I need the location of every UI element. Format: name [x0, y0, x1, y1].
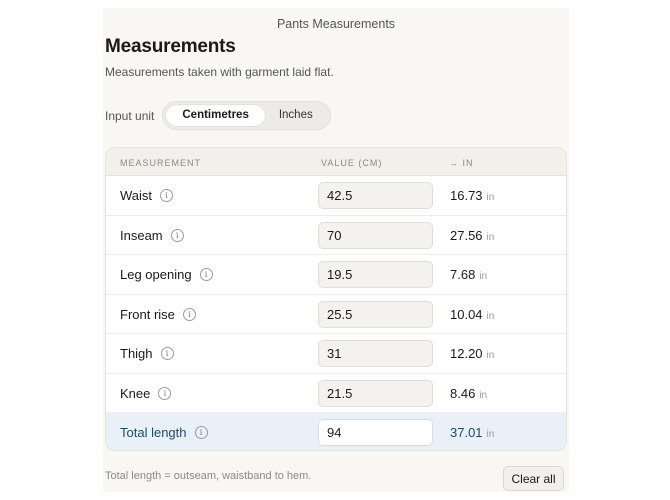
inches-value: 10.04	[450, 306, 483, 322]
inseam-value-input[interactable]	[318, 221, 433, 249]
inches-unit: in	[486, 192, 495, 203]
info-icon[interactable]: i	[199, 268, 213, 281]
leg-opening-value-input[interactable]	[318, 261, 433, 288]
info-icon[interactable]: i	[182, 307, 196, 321]
measurement-name: Knee	[120, 385, 151, 401]
inches-value: 27.56	[450, 227, 483, 243]
measurement-name: Total length	[120, 425, 187, 440]
info-icon[interactable]: i	[170, 228, 184, 242]
table-header: MEASUREMENT VALUE (CM) → IN	[106, 148, 566, 176]
clear-all-button[interactable]: Clear all	[503, 466, 564, 491]
table-row-front-rise: Front rise i 10.04in	[106, 295, 566, 334]
unit-option-inches[interactable]: Inches	[265, 105, 327, 126]
table-row-thigh: Thigh i 12.20in	[106, 334, 566, 374]
info-icon[interactable]: i	[160, 189, 174, 202]
info-icon[interactable]: i	[160, 347, 174, 360]
inches-value: 12.20	[450, 346, 483, 361]
inches-unit: in	[479, 389, 488, 401]
column-header-value: VALUE (CM)	[321, 158, 383, 168]
inches-value: 16.73	[450, 188, 483, 203]
inches-value: 37.01	[450, 425, 483, 440]
table-row-waist: Waist i 16.73in	[106, 176, 566, 216]
inches-unit: in	[486, 429, 495, 440]
measurement-name: Thigh	[120, 346, 153, 361]
table-row-leg-opening: Leg opening i 7.68in	[106, 255, 566, 295]
table-row-total-length: Total length i 37.01in	[106, 413, 566, 450]
table-row-inseam: Inseam i 27.56in	[106, 216, 566, 255]
total-length-value-input[interactable]	[318, 419, 433, 446]
column-header-inches: → IN	[449, 158, 474, 168]
page-subtitle: Measurements taken with garment laid fla…	[105, 65, 334, 79]
table-row-knee: Knee i 8.46in	[106, 374, 566, 413]
info-icon[interactable]: i	[194, 426, 208, 439]
unit-option-centimetres[interactable]: Centimetres	[166, 105, 265, 126]
knee-value-input[interactable]	[318, 379, 433, 407]
inches-unit: in	[486, 310, 495, 322]
input-unit-row: Input unit Centimetres Inches	[105, 101, 331, 130]
window-title: Pants Measurements	[276, 17, 396, 31]
column-header-measurement: MEASUREMENT	[120, 158, 202, 168]
inches-unit: in	[479, 271, 488, 282]
inches-value: 7.68	[450, 267, 476, 282]
measurement-name: Leg opening	[120, 267, 192, 282]
thigh-value-input[interactable]	[318, 340, 433, 367]
measurements-table: MEASUREMENT VALUE (CM) → IN Waist i 16.7…	[105, 147, 567, 451]
footnote: Total length = outseam, waistband to hem…	[105, 470, 312, 482]
inches-unit: in	[486, 231, 495, 243]
waist-value-input[interactable]	[318, 182, 433, 209]
measurements-panel: Pants Measurements Measurements Measurem…	[103, 8, 569, 492]
measurement-name: Waist	[120, 188, 153, 203]
info-icon[interactable]: i	[158, 386, 172, 400]
measurement-name: Inseam	[120, 227, 163, 243]
inches-value: 8.46	[450, 385, 476, 401]
front-rise-value-input[interactable]	[318, 300, 433, 328]
inches-unit: in	[486, 350, 495, 361]
input-unit-label: Input unit	[105, 108, 155, 123]
unit-segmented-control: Centimetres Inches	[162, 101, 331, 130]
page-title: Measurements	[105, 36, 236, 57]
measurement-name: Front rise	[120, 306, 175, 322]
